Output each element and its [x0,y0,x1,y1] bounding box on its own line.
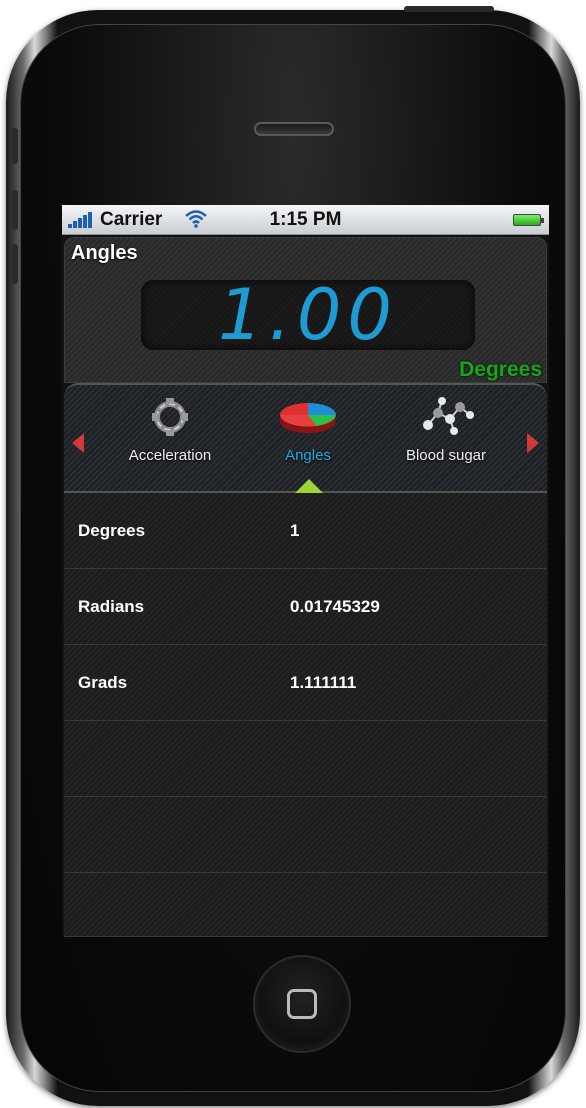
category-label: Blood sugar [405,447,487,464]
volume-down-button [12,244,18,284]
unit-name: Radians [78,597,145,616]
category-acceleration[interactable]: Acceleration [110,395,230,464]
unit-value: 1 [290,521,300,540]
list-item[interactable]: Grads 1.111111 [64,645,547,721]
pie-chart-icon [280,403,336,433]
unit-value: 0.01745329 [290,597,380,616]
empty-list-row [64,873,547,937]
list-item[interactable]: Radians 0.01745329 [64,569,547,645]
unit-label[interactable]: Degrees [459,358,542,382]
category-label: Angles [285,447,331,464]
category-label: Acceleration [128,447,212,464]
acceleration-icon [152,398,188,436]
category-blood-sugar[interactable]: Blood sugar [386,395,506,464]
lcd-display: 1.00 [141,280,475,350]
battery-icon [513,214,544,226]
unit-name: Degrees [78,521,146,540]
mute-switch [12,128,18,164]
molecule-icon [423,397,474,435]
display-value: 1.00 [218,274,398,356]
list-item[interactable]: Degrees 1 [64,493,547,569]
screen: Carrier 1:15 PM Angles 1.00 Degrees Acce… [62,205,549,937]
page-title: Angles [71,242,138,264]
value-display-panel: Angles 1.00 Degrees [64,237,547,383]
empty-list-row [64,721,547,797]
status-bar: Carrier 1:15 PM [62,205,549,235]
sleep-button [404,6,494,12]
status-time: 1:15 PM [269,209,342,230]
earpiece-speaker [254,122,334,136]
home-button[interactable] [253,955,351,1053]
empty-list-row [64,797,547,873]
unit-value: 1.111111 [290,673,357,692]
home-square-icon [287,989,317,1019]
category-selector[interactable]: Acceleration Angles Blood sugar [64,383,547,495]
unit-name: Grads [78,673,128,692]
volume-up-button [12,190,18,230]
category-angles[interactable]: Angles [248,395,368,464]
next-arrow-icon[interactable] [527,433,539,453]
previous-arrow-icon[interactable] [72,433,84,453]
conversion-list: Degrees 1 Radians 0.01745329 Grads 1.111… [64,493,547,937]
